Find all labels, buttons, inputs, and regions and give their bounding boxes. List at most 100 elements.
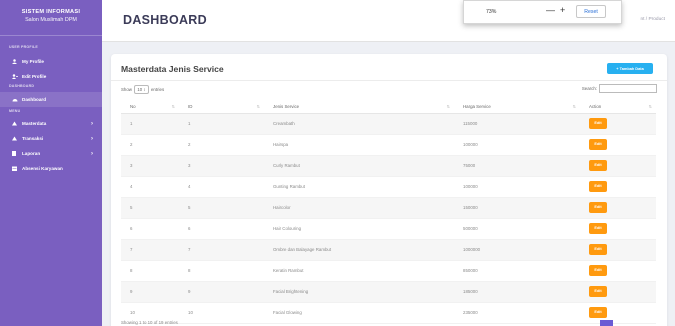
column-label: No <box>130 104 136 110</box>
sort-icon: ⇅ <box>572 104 576 109</box>
table-row: 8 8 Keratin Rambut 850000 Edit <box>121 260 656 282</box>
column-label: Harga Service <box>463 104 491 110</box>
cell-id: 1 <box>179 113 264 135</box>
sidebar-item-laporan[interactable]: Laporan › <box>0 146 102 161</box>
section-user-profile: USER PROFILE <box>9 45 38 49</box>
column-label: Jenis Service <box>273 104 300 110</box>
sidebar-item-edit-profile[interactable]: Edit Profile <box>0 69 102 84</box>
cell-action: Edit <box>580 281 656 303</box>
entries-select[interactable]: 10 ↕ <box>133 85 149 94</box>
table-row: 1 1 Creambath 115000 Edit <box>121 113 656 135</box>
add-data-button[interactable]: + Tambah Data <box>607 63 653 74</box>
user-icon <box>12 59 22 64</box>
zoom-in-button[interactable]: + <box>560 6 565 15</box>
cell-jenis-service: Ombre dan Balayage Rambut <box>264 239 454 261</box>
calendar-icon <box>12 166 22 171</box>
zoom-popup: 73% — + Reset <box>463 0 622 24</box>
column-label: ID <box>188 104 193 110</box>
edit-button[interactable]: Edit <box>589 118 607 129</box>
cell-no: 5 <box>121 197 179 219</box>
section-dashboard: DASHBOARD <box>9 84 35 88</box>
sidebar-item-my-profile[interactable]: My Profile <box>0 54 102 69</box>
cell-no: 9 <box>121 281 179 303</box>
cell-action: Edit <box>580 302 656 324</box>
edit-button[interactable]: Edit <box>589 244 607 255</box>
edit-button[interactable]: Edit <box>589 139 607 150</box>
sidebar-item-label: Masterdata <box>22 121 47 126</box>
edit-button[interactable]: Edit <box>589 160 607 171</box>
sidebar-item-transaksi[interactable]: Transaksi › <box>0 131 102 146</box>
sidebar-item-dashboard[interactable]: Dashboard <box>0 92 102 107</box>
sidebar: SISTEM INFORMASI Salon Muslimah DPM USER… <box>0 0 102 326</box>
chevron-right-icon: › <box>91 135 93 142</box>
sidebar-item-absensi-karyawan[interactable]: Absensi Karyawan <box>0 161 102 176</box>
table-row: 6 6 Hair Colouring 500000 Edit <box>121 218 656 240</box>
show-entries: Show 10 ↕ entries <box>121 85 164 94</box>
cell-action: Edit <box>580 218 656 240</box>
edit-button[interactable]: Edit <box>589 223 607 234</box>
table-row: 5 5 Haircolor 150000 Edit <box>121 197 656 219</box>
table-info: Showing 1 to 10 of 19 entries <box>121 320 178 325</box>
cell-id: 6 <box>179 218 264 240</box>
card-title: Masterdata Jenis Service <box>121 64 224 74</box>
cell-id: 3 <box>179 155 264 177</box>
cell-no: 4 <box>121 176 179 198</box>
column-header-action[interactable]: Action ⇅ <box>580 101 656 114</box>
service-card: Masterdata Jenis Service + Tambah Data S… <box>111 54 667 326</box>
cell-harga-service: 100000 <box>454 134 580 156</box>
column-header-id[interactable]: ID ⇅ <box>179 101 264 114</box>
cell-jenis-service: Facial Brightening <box>264 281 454 303</box>
search-label: Search: <box>581 86 597 91</box>
user-edit-icon <box>12 74 22 79</box>
cell-jenis-service: Curly Rambut <box>264 155 454 177</box>
cell-harga-service: 1000000 <box>454 239 580 261</box>
search-box: Search: <box>582 84 657 93</box>
cell-harga-service: 235000 <box>454 302 580 324</box>
search-input[interactable] <box>599 84 657 93</box>
chevron-right-icon: › <box>91 120 93 127</box>
cell-harga-service: 500000 <box>454 218 580 240</box>
sort-icon: ⇅ <box>171 104 175 109</box>
section-menu: MENU <box>9 109 21 113</box>
page-title: DASHBOARD <box>123 13 207 27</box>
cell-jenis-service: Haircolor <box>264 197 454 219</box>
sort-icon: ⇅ <box>648 104 652 109</box>
edit-button[interactable]: Edit <box>589 307 607 318</box>
column-header-jenis-service[interactable]: Jenis Service ⇅ <box>264 101 454 114</box>
column-header-no[interactable]: No ⇅ <box>121 101 179 114</box>
table-body: 1 1 Creambath 115000 Edit 2 2 Hairspa 100000 Edit… <box>121 113 656 324</box>
cell-jenis-service: Hairspa <box>264 134 454 156</box>
edit-button[interactable]: Edit <box>589 181 607 192</box>
cell-action: Edit <box>580 239 656 261</box>
file-icon <box>12 151 22 156</box>
table-row: 9 9 Facial Brightening 185000 Edit <box>121 281 656 303</box>
zoom-out-button[interactable]: — <box>546 6 555 15</box>
folder-icon <box>12 136 22 141</box>
sidebar-item-label: Absensi Karyawan <box>22 166 63 171</box>
edit-button[interactable]: Edit <box>589 265 607 276</box>
sort-icon: ⇅ <box>446 104 450 109</box>
breadcrumb[interactable]: nt / Product <box>640 17 665 22</box>
cell-jenis-service: Creambath <box>264 113 454 135</box>
cell-action: Edit <box>580 113 656 135</box>
pagination-current-page[interactable] <box>600 320 613 326</box>
dashboard-icon <box>12 97 22 102</box>
sidebar-item-label: Laporan <box>22 151 41 156</box>
sidebar-item-label: Transaksi <box>22 136 44 141</box>
show-label: Show <box>121 87 132 92</box>
column-header-harga-service[interactable]: Harga Service ⇅ <box>454 101 580 114</box>
edit-button[interactable]: Edit <box>589 286 607 297</box>
cell-harga-service: 850000 <box>454 260 580 282</box>
sidebar-item-masterdata[interactable]: Masterdata › <box>0 116 102 131</box>
cell-id: 5 <box>179 197 264 219</box>
brand-title: SISTEM INFORMASI <box>21 9 81 15</box>
service-table: No ⇅ ID ⇅ Jenis Service ⇅ Harga Service ⇅ Ac… <box>121 101 656 324</box>
sidebar-item-label: Edit Profile <box>22 74 47 79</box>
cell-id: 4 <box>179 176 264 198</box>
table-row: 10 10 Facial Glowing 235000 Edit <box>121 302 656 324</box>
zoom-reset-button[interactable]: Reset <box>576 5 606 18</box>
edit-button[interactable]: Edit <box>589 202 607 213</box>
sidebar-item-label: Dashboard <box>22 97 46 102</box>
cell-id: 9 <box>179 281 264 303</box>
cell-no: 1 <box>121 113 179 135</box>
